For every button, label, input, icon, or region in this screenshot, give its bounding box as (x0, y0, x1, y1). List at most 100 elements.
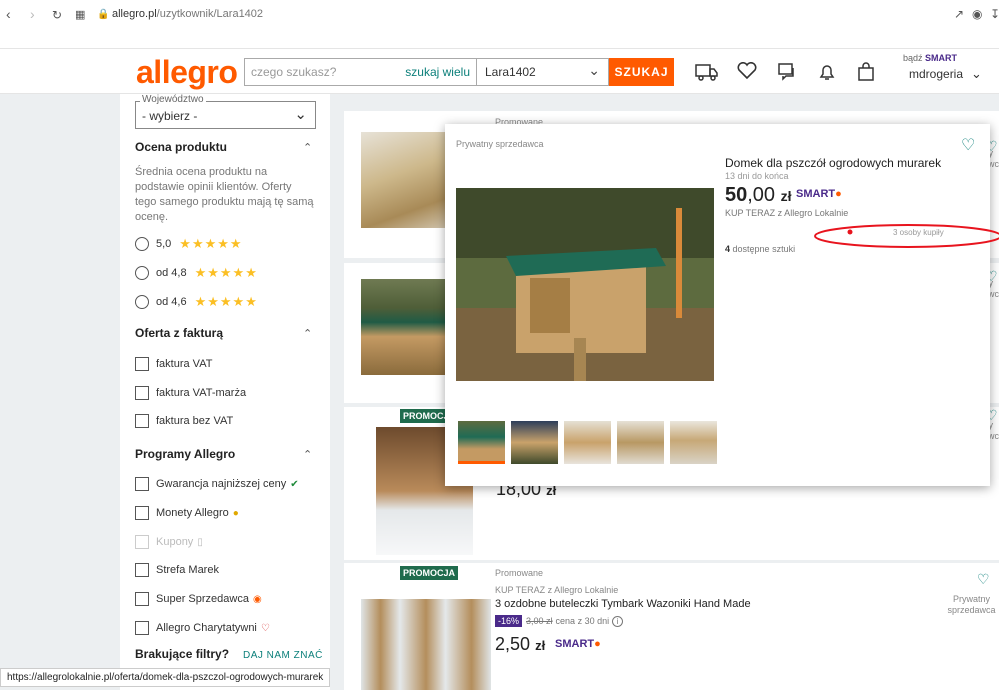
invoice-section-title[interactable]: Oferta z fakturą (135, 326, 223, 340)
wojewodztwo-select[interactable]: - wybierz - ⌄ (135, 101, 316, 129)
address-bar[interactable]: allegro.pl/uzytkownik/Lara1402 (112, 8, 263, 20)
invoice-no-vat-option[interactable]: faktura bez VAT (135, 414, 233, 428)
price-int: 50 (725, 184, 748, 206)
allegro-logo[interactable]: allegro (136, 54, 238, 91)
chevron-up-icon[interactable]: ⌃ (303, 327, 312, 340)
rating-label: 5,0 (156, 238, 172, 250)
delivery-truck-icon[interactable] (695, 62, 719, 87)
reload-icon[interactable]: ↻ (52, 8, 62, 22)
price-value: 2,50 (495, 634, 531, 654)
user-menu[interactable]: mdrogeria ⌄ (909, 66, 982, 82)
smart-text: SMART (555, 638, 595, 650)
heart-icon[interactable] (737, 61, 757, 85)
lock-icon: 🔒 (97, 9, 110, 20)
popup-days-left: 13 dni do końca (725, 171, 789, 181)
popup-title[interactable]: Domek dla pszczół ogrodowych murarek (725, 156, 941, 170)
stars-icon: ★★★★★ (179, 236, 243, 251)
invoice-vat-option[interactable]: faktura VAT (135, 357, 212, 371)
program-lowest-price[interactable]: Gwarancja najniższej ceny ✔ (135, 477, 299, 491)
cart-bag-icon[interactable] (857, 62, 875, 87)
radio-button[interactable] (135, 295, 149, 309)
feedback-link[interactable]: DAJ NAM ZNAĆ (243, 650, 323, 661)
popup-price: 50,00 zł (725, 184, 792, 207)
smart-badge: SMART● (555, 638, 601, 650)
info-icon[interactable]: i (612, 615, 624, 627)
chevron-up-icon[interactable]: ⌃ (303, 141, 312, 154)
program-coins[interactable]: Monety Allegro ● (135, 506, 239, 520)
rating-option-4-6[interactable]: od 4,6 ★★★★★ (135, 294, 258, 310)
program-charity[interactable]: Allegro Charytatywni ♡ (135, 621, 270, 635)
checkbox-label: Allegro Charytatywni (156, 622, 257, 634)
favorite-heart-icon[interactable]: ♡ (961, 135, 975, 155)
coupon-icon: ▯ (197, 536, 203, 548)
gallery-thumb[interactable] (670, 421, 717, 464)
checkbox[interactable] (135, 592, 149, 606)
programs-section-title[interactable]: Programy Allegro (135, 447, 235, 461)
favorite-heart-icon[interactable]: ♡ (977, 571, 990, 588)
username: mdrogeria (909, 67, 964, 81)
listing-card[interactable]: PROMOCJA Promowane KUP TERAZ z Allegro L… (344, 563, 999, 690)
site-header: allegro czego szukasz? szukaj wielu Lara… (0, 48, 999, 94)
radio-button[interactable] (135, 237, 149, 251)
popup-kup-teraz: KUP TERAZ z Allegro Lokalnie (725, 208, 849, 218)
checkbox[interactable] (135, 357, 149, 371)
heart-icon: ♡ (260, 622, 270, 634)
checkbox-label: Super Sprzedawca (156, 593, 249, 605)
gallery-thumb[interactable] (458, 421, 505, 464)
wojewodztwo-label: Województwo (140, 94, 206, 105)
checkbox-label: faktura VAT (156, 358, 213, 370)
program-super-seller[interactable]: Super Sprzedawca ◉ (135, 592, 262, 606)
smart-badge: SMART● (796, 188, 842, 200)
program-coupons: Kupony ▯ (135, 535, 203, 549)
rating-option-4-8[interactable]: od 4,8 ★★★★★ (135, 265, 258, 281)
program-brand-zone[interactable]: Strefa Marek (135, 563, 219, 577)
popup-bought-count: 3 osoby kupiły (893, 228, 944, 237)
product-preview-popup: Prywatny sprzedawca ♡ Domek dla pszczół … (445, 124, 999, 486)
currency: zł (535, 638, 546, 653)
checkbox-label: faktura bez VAT (156, 415, 234, 427)
popup-main-image[interactable] (456, 188, 714, 381)
listing-thumbnail[interactable] (361, 599, 491, 690)
url-path: /uzytkownik/Lara1402 (156, 8, 264, 20)
checkbox[interactable] (135, 563, 149, 577)
invoice-vat-marza-option[interactable]: faktura VAT-marża (135, 386, 246, 400)
gallery-thumb[interactable] (511, 421, 558, 464)
gallery-thumb[interactable] (564, 421, 611, 464)
price-history: -16% 3,00 zł cena z 30 dni i (495, 615, 624, 627)
checkbox[interactable] (135, 414, 149, 428)
old-price-note: cena z 30 dni (555, 616, 610, 626)
checkbox[interactable] (135, 506, 149, 520)
share-icon[interactable]: ↗ (954, 7, 964, 21)
checkbox[interactable] (135, 386, 149, 400)
rating-description: Średnia ocena produktu na podstawie opin… (135, 166, 314, 223)
rating-section-title[interactable]: Ocena produktu (135, 140, 227, 154)
listing-title[interactable]: 3 ozdobne buteleczki Tymbark Wazoniki Ha… (495, 598, 751, 610)
super-seller-icon: ◉ (252, 593, 262, 605)
be-label: bądź (903, 53, 923, 63)
search-placeholder: czego szukasz? (251, 65, 337, 79)
search-button[interactable]: SZUKAJ (609, 58, 674, 86)
checkbox-label: Kupony (156, 536, 194, 548)
url-host: allegro.pl (112, 8, 157, 20)
checkbox[interactable] (135, 477, 149, 491)
messages-icon[interactable] (777, 62, 797, 87)
forward-icon[interactable]: › (30, 6, 35, 22)
status-bar-url: https://allegrolokalnie.pl/oferta/domek-… (0, 668, 331, 687)
smart-text: SMART (796, 188, 836, 200)
chevron-up-icon[interactable]: ⌃ (303, 448, 312, 461)
camera-icon[interactable]: ◉ (972, 7, 982, 21)
search-category-select[interactable]: Lara1402 ⌄ (476, 58, 609, 86)
bell-icon[interactable] (817, 62, 837, 87)
search-input[interactable]: czego szukasz? szukaj wielu (244, 58, 476, 86)
wojewodztwo-value: - wybierz - (142, 109, 198, 123)
rating-option-5[interactable]: 5,0 ★★★★★ (135, 236, 243, 252)
be-smart-label[interactable]: bądź SMART (903, 53, 957, 63)
apps-icon[interactable]: ▦ (75, 8, 85, 21)
search-many-link[interactable]: szukaj wielu (405, 65, 470, 79)
download-icon[interactable]: ↧ (990, 7, 999, 21)
gallery-thumb[interactable] (617, 421, 664, 464)
radio-button[interactable] (135, 266, 149, 280)
back-icon[interactable]: ‹ (6, 6, 11, 22)
checkbox[interactable] (135, 621, 149, 635)
coin-icon: ● (232, 507, 239, 519)
